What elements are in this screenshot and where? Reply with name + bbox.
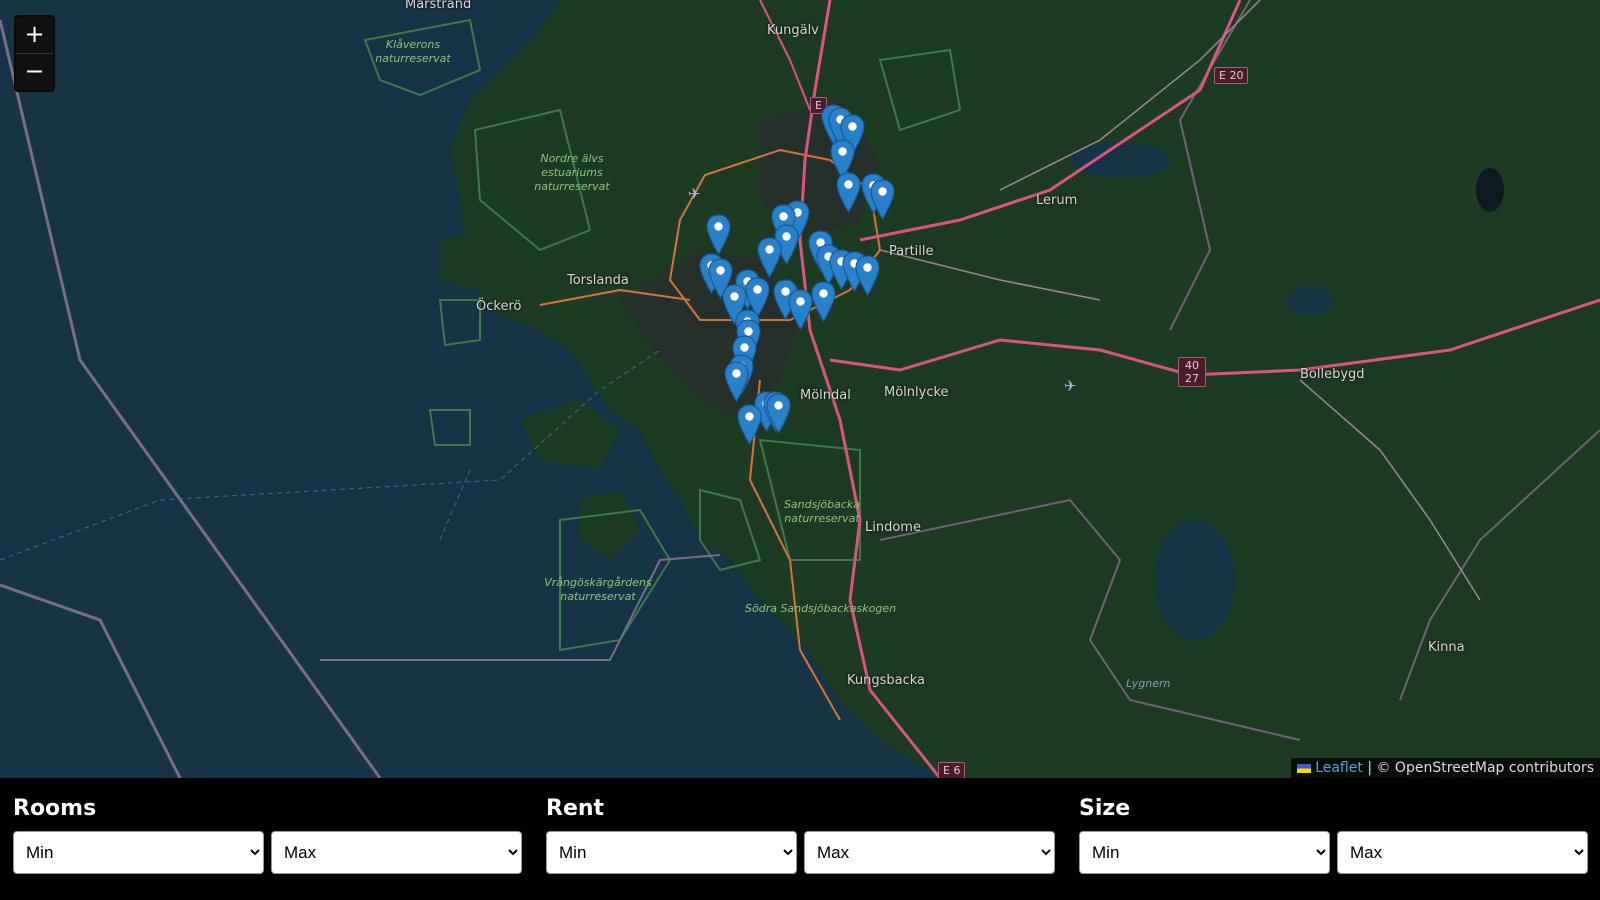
- rent-label: Rent: [546, 796, 605, 821]
- flag-icon: [1297, 763, 1312, 773]
- place-label: Mölndal: [800, 388, 851, 403]
- filter-bar: Rooms Min Max Rent Min Max Size Min Max: [0, 778, 1600, 900]
- rooms-label: Rooms: [13, 796, 97, 821]
- rooms-max-select[interactable]: Max: [271, 831, 522, 874]
- listing-marker[interactable]: [724, 361, 749, 403]
- airport-icon: ✈: [688, 185, 701, 203]
- place-label: Kinna: [1428, 640, 1465, 655]
- rent-max-select[interactable]: Max: [804, 831, 1055, 874]
- reserve-label: Södra Sandsjöbackaskogen: [745, 602, 897, 615]
- rooms-min-select[interactable]: Min: [13, 831, 264, 874]
- map-attribution: Leaflet | © OpenStreetMap contributors: [1291, 758, 1600, 778]
- place-label: Kungälv: [767, 23, 819, 38]
- size-filter: Size Min Max: [1079, 796, 1589, 874]
- place-label: Kungsbacka: [847, 673, 926, 688]
- listing-marker[interactable]: [766, 393, 791, 435]
- road-shield: E 6: [938, 762, 966, 778]
- listing-marker[interactable]: [855, 255, 880, 297]
- attribution-text: | © OpenStreetMap contributors: [1367, 760, 1594, 776]
- size-label: Size: [1079, 796, 1131, 821]
- road-shield: E 20: [1214, 67, 1249, 84]
- listing-marker[interactable]: [706, 214, 731, 256]
- zoom-control: + −: [14, 15, 55, 92]
- leaflet-link[interactable]: Leaflet: [1315, 760, 1363, 776]
- place-label: Bollebygd: [1300, 367, 1365, 382]
- place-label: Öckerö: [476, 299, 522, 314]
- rent-filter: Rent Min Max: [546, 796, 1056, 874]
- place-label: Lindome: [865, 520, 921, 535]
- listing-marker[interactable]: [811, 281, 836, 323]
- place-label: Partille: [889, 244, 934, 259]
- airport-icon: ✈: [1064, 377, 1077, 395]
- zoom-out-button[interactable]: −: [16, 53, 53, 90]
- road-shield: 40 27: [1178, 357, 1206, 387]
- size-min-select[interactable]: Min: [1079, 831, 1330, 874]
- listing-marker[interactable]: [836, 172, 861, 214]
- place-label: Marstrand: [405, 0, 472, 12]
- listing-marker[interactable]: [737, 404, 762, 446]
- map-view[interactable]: + − Marstrand Kungälv Lerum Torslanda Öc…: [0, 0, 1600, 778]
- zoom-in-button[interactable]: +: [16, 17, 53, 53]
- rent-min-select[interactable]: Min: [546, 831, 797, 874]
- rooms-filter: Rooms Min Max: [13, 796, 523, 874]
- listing-marker[interactable]: [788, 289, 813, 331]
- listing-marker[interactable]: [757, 237, 782, 279]
- listing-marker[interactable]: [870, 179, 895, 221]
- reserve-label: Klåverons naturreservat: [375, 38, 451, 65]
- reserve-label: Sandsjöbacka naturreservat: [783, 498, 861, 525]
- place-label: Mölnlycke: [884, 385, 949, 400]
- size-max-select[interactable]: Max: [1337, 831, 1588, 874]
- lake-label: Lygnern: [1126, 677, 1171, 690]
- place-label: Lerum: [1036, 193, 1078, 208]
- place-label: Torslanda: [567, 273, 629, 288]
- reserve-label: Vrångöskärgårdens naturreservat: [544, 576, 652, 603]
- reserve-label: Nordre älvs estuariums naturreservat: [534, 152, 610, 193]
